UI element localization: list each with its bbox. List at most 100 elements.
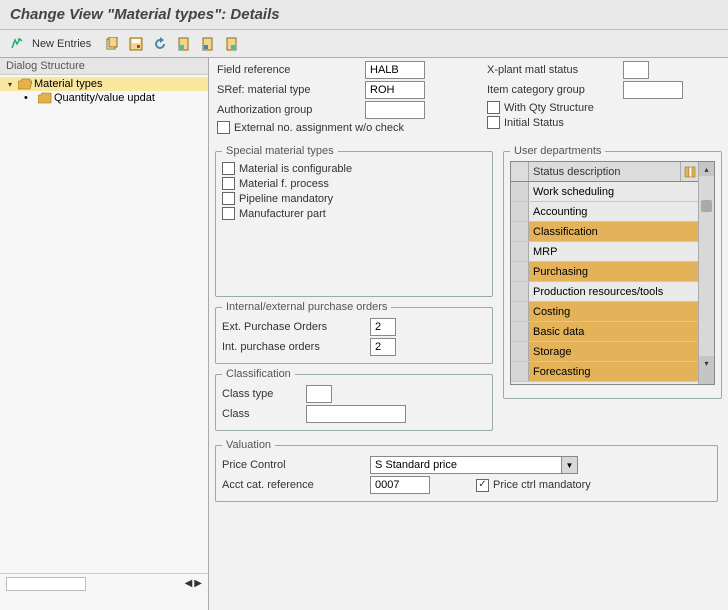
save-icon[interactable] — [127, 35, 145, 53]
row-stub[interactable] — [511, 282, 529, 301]
itemcat-label: Item category group — [487, 84, 615, 96]
xplant-input[interactable] — [623, 61, 649, 79]
class-type-input[interactable] — [306, 385, 332, 403]
row-stub[interactable] — [511, 342, 529, 361]
price-mand-label: Price ctrl mandatory — [493, 479, 591, 491]
user-dept-label: Accounting — [529, 206, 698, 218]
auth-group-input[interactable] — [365, 101, 425, 119]
price-control-select[interactable]: S Standard price ▼ — [370, 456, 578, 474]
user-dept-label: Forecasting — [529, 366, 698, 378]
ext-po-input[interactable] — [370, 318, 396, 336]
class-input[interactable] — [306, 405, 406, 423]
chevron-down-icon[interactable]: ▼ — [561, 457, 577, 473]
row-stub[interactable] — [511, 322, 529, 341]
row-stub[interactable] — [511, 182, 529, 201]
class-legend: Classification — [222, 368, 295, 380]
user-depts-scrollbar[interactable]: ▴ ▾ — [698, 162, 714, 384]
bullet-icon: • — [24, 92, 36, 104]
row-stub[interactable] — [511, 302, 529, 321]
pipeline-checkbox[interactable] — [222, 192, 235, 205]
price-mand-checkbox[interactable] — [476, 479, 489, 492]
user-dept-row[interactable]: Production resources/tools — [511, 282, 698, 302]
class-label: Class — [222, 408, 298, 420]
scroll-up-icon[interactable]: ▴ — [699, 162, 714, 176]
user-dept-row[interactable]: Storage — [511, 342, 698, 362]
ext-po-label: Ext. Purchase Orders — [222, 321, 362, 333]
special-legend: Special material types — [222, 145, 338, 157]
user-dept-label: Production resources/tools — [529, 286, 698, 298]
tree-item-material-types[interactable]: ▾ Material types — [0, 77, 208, 91]
sref-input[interactable] — [365, 81, 425, 99]
folder-icon — [38, 92, 52, 104]
doc3-icon[interactable] — [223, 35, 241, 53]
configurable-checkbox[interactable] — [222, 162, 235, 175]
scroll-down-icon[interactable]: ▾ — [699, 356, 714, 370]
doc2-icon[interactable] — [199, 35, 217, 53]
user-dept-row[interactable]: Basic data — [511, 322, 698, 342]
toolbar: New Entries — [0, 30, 728, 58]
doc1-icon[interactable] — [175, 35, 193, 53]
process-checkbox[interactable] — [222, 177, 235, 190]
sidebar: Dialog Structure ▾ Material types • Quan… — [0, 58, 209, 610]
initial-label: Initial Status — [504, 117, 564, 129]
po-fieldset: Internal/external purchase orders Ext. P… — [215, 301, 493, 364]
valuation-fieldset: Valuation Price Control S Standard price… — [215, 439, 718, 502]
qty-label: With Qty Structure — [504, 102, 594, 114]
user-dept-row[interactable]: Forecasting — [511, 362, 698, 382]
user-dept-label: Basic data — [529, 326, 698, 338]
tree-label: Material types — [34, 78, 102, 90]
int-po-input[interactable] — [370, 338, 396, 356]
prev-icon[interactable]: ◀ — [185, 578, 193, 589]
user-dept-label: MRP — [529, 246, 698, 258]
user-depts-table: Status description Work schedulingAccoun… — [510, 161, 715, 385]
header-stub — [511, 162, 529, 181]
position-input[interactable] — [6, 577, 86, 591]
pipeline-label: Pipeline mandatory — [239, 193, 333, 205]
row-stub[interactable] — [511, 222, 529, 241]
user-dept-row[interactable]: Classification — [511, 222, 698, 242]
acct-ref-input[interactable] — [370, 476, 430, 494]
price-control-label: Price Control — [222, 459, 362, 471]
configure-columns-icon[interactable] — [680, 162, 698, 181]
next-icon[interactable]: ▶ — [194, 578, 202, 589]
collapse-icon[interactable]: ▾ — [4, 78, 16, 90]
user-depts-legend: User departments — [510, 145, 605, 157]
row-stub[interactable] — [511, 242, 529, 261]
toggle-icon[interactable] — [8, 35, 26, 53]
int-po-label: Int. purchase orders — [222, 341, 362, 353]
user-depts-fieldset: User departments Status description Work… — [503, 145, 722, 399]
folder-open-icon — [18, 78, 32, 90]
row-stub[interactable] — [511, 362, 529, 381]
dialog-tree: ▾ Material types • Quantity/value updat — [0, 75, 208, 105]
copy-icon[interactable] — [103, 35, 121, 53]
user-dept-row[interactable]: Work scheduling — [511, 182, 698, 202]
row-stub[interactable] — [511, 262, 529, 281]
special-fieldset: Special material types Material is confi… — [215, 145, 493, 297]
scroll-thumb[interactable] — [701, 200, 712, 212]
manufacturer-label: Manufacturer part — [239, 208, 326, 220]
user-dept-row[interactable]: Costing — [511, 302, 698, 322]
tree-item-quantity-value[interactable]: • Quantity/value updat — [0, 91, 208, 105]
row-stub[interactable] — [511, 202, 529, 221]
new-entries-button[interactable]: New Entries — [32, 38, 91, 50]
process-label: Material f. process — [239, 178, 329, 190]
sidebar-header: Dialog Structure — [0, 58, 208, 75]
user-dept-label: Classification — [529, 226, 698, 238]
class-fieldset: Classification Class type Class — [215, 368, 493, 431]
page-title: Change View "Material types": Details — [0, 0, 728, 30]
initial-checkbox[interactable] — [487, 116, 500, 129]
ext-no-checkbox[interactable] — [217, 121, 230, 134]
undo-icon[interactable] — [151, 35, 169, 53]
user-dept-row[interactable]: Purchasing — [511, 262, 698, 282]
user-dept-label: Work scheduling — [529, 186, 698, 198]
sref-label: SRef: material type — [217, 84, 357, 96]
manufacturer-checkbox[interactable] — [222, 207, 235, 220]
class-type-label: Class type — [222, 388, 298, 400]
qty-checkbox[interactable] — [487, 101, 500, 114]
field-reference-input[interactable] — [365, 61, 425, 79]
itemcat-input[interactable] — [623, 81, 683, 99]
user-dept-row[interactable]: Accounting — [511, 202, 698, 222]
acct-ref-label: Acct cat. reference — [222, 479, 362, 491]
user-dept-row[interactable]: MRP — [511, 242, 698, 262]
user-dept-label: Purchasing — [529, 266, 698, 278]
